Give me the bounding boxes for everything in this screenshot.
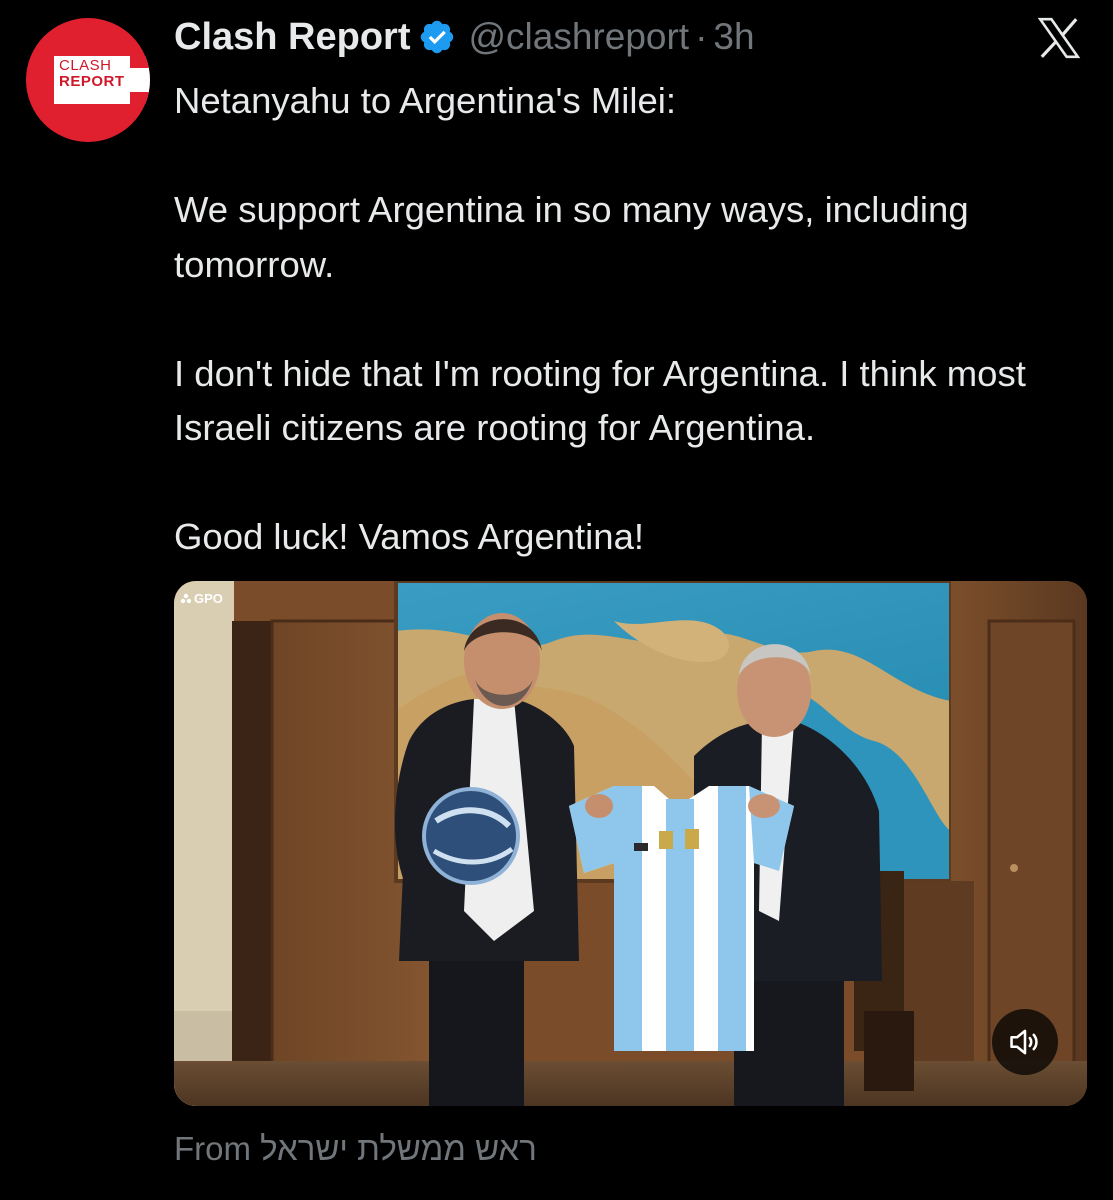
gpo-dots-icon (180, 593, 192, 603)
media-attribution: From ראש ממשלת ישראל (174, 1130, 537, 1168)
mute-button[interactable] (992, 1009, 1058, 1075)
from-label: From (174, 1130, 251, 1167)
avatar-logo-text-report: REPORT (59, 73, 125, 90)
user-handle[interactable]: @clashreport (468, 16, 689, 58)
tweet-header: Clash Report @clashreport · 3h (174, 12, 755, 62)
display-name[interactable]: Clash Report (174, 16, 410, 59)
tweet-timestamp[interactable]: 3h (713, 16, 754, 58)
header-separator: · (695, 16, 708, 57)
avatar-logo-text-clash: CLASH (59, 57, 112, 74)
tweet-paragraph: I don't hide that I'm rooting for Argent… (174, 352, 1026, 449)
verified-badge-icon (421, 20, 454, 54)
avatar[interactable]: CLASH REPORT (26, 18, 150, 142)
tweet-paragraph: Netanyahu to Argentina's Milei: (174, 80, 677, 121)
gpo-watermark-text: GPO (194, 591, 223, 606)
tweet-text: Netanyahu to Argentina's Milei: We suppo… (174, 74, 1094, 565)
gpo-watermark: GPO (180, 591, 223, 606)
video-frame-image (174, 581, 1087, 1106)
tweet-paragraph: Good luck! Vamos Argentina! (174, 516, 645, 557)
speaker-muted-icon (1010, 1029, 1038, 1055)
tweet-video[interactable]: GPO (174, 581, 1087, 1106)
x-logo-icon[interactable] (1034, 14, 1084, 62)
tweet-paragraph: We support Argentina in so many ways, in… (174, 189, 969, 285)
from-source-link[interactable]: ראש ממשלת ישראל (260, 1130, 537, 1167)
